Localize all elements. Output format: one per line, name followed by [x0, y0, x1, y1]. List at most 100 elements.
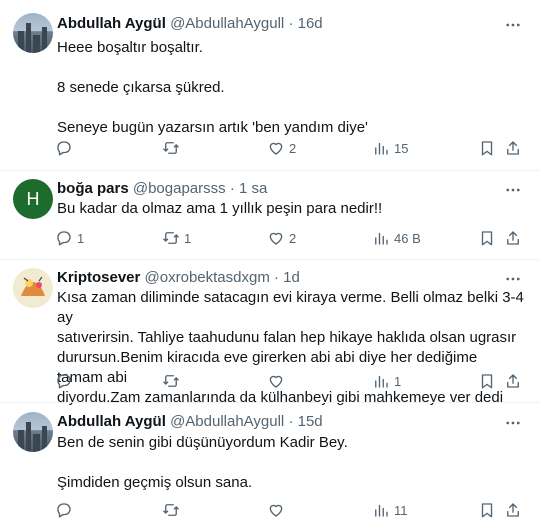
- bookmark-icon: [481, 141, 493, 156]
- separator-dot: ·: [229, 180, 235, 197]
- action-bar: 1 1 2 46 B: [0, 226, 540, 250]
- views-icon: [375, 142, 388, 155]
- reply-feed: Abdullah Aygül @AbdullahAygull · 16d Hee…: [0, 0, 540, 530]
- reply-icon: [57, 503, 71, 518]
- author-name[interactable]: boğa pars: [57, 180, 129, 197]
- bookmark-button[interactable]: [478, 498, 496, 522]
- tweet[interactable]: Abdullah Aygül @AbdullahAygull · 15d Ben…: [0, 403, 540, 530]
- tweet-header: Abdullah Aygül @AbdullahAygull · 16d: [57, 14, 323, 34]
- view-count: 15: [394, 140, 409, 156]
- author-handle[interactable]: @oxrobektasdxgm: [145, 269, 270, 286]
- tweet-header: Kriptosever @oxrobektasdxgm · 1d: [57, 268, 300, 288]
- bookmark-icon: [481, 231, 493, 246]
- timestamp[interactable]: 1d: [283, 269, 300, 286]
- heart-icon: [269, 232, 283, 245]
- like-button[interactable]: 2: [267, 226, 296, 250]
- like-button[interactable]: [267, 498, 289, 522]
- tweet[interactable]: Kriptosever @oxrobektasdxgm · 1d Kısa za…: [0, 260, 540, 406]
- avatar[interactable]: [13, 268, 53, 308]
- reply-button[interactable]: 1: [55, 226, 84, 250]
- retweet-count: 1: [184, 230, 192, 246]
- separator-dot: ·: [288, 15, 294, 32]
- tweet-line: Bu kadar da olmaz ama 1 yıllık peşin par…: [57, 200, 383, 217]
- author-handle[interactable]: @bogaparsss: [133, 180, 226, 197]
- reply-button[interactable]: [55, 369, 77, 393]
- views-button[interactable]: 46 B: [372, 226, 421, 250]
- retweet-button[interactable]: [162, 369, 184, 393]
- tweet-line: satıverirsin. Tahliye taahudunu falan he…: [57, 329, 517, 346]
- like-button[interactable]: [267, 369, 289, 393]
- reply-count: 1: [77, 230, 85, 246]
- share-button[interactable]: [504, 226, 522, 250]
- bookmark-icon: [481, 503, 493, 518]
- author-name[interactable]: Kriptosever: [57, 269, 140, 286]
- action-bar: 2 15: [0, 136, 540, 160]
- views-icon: [375, 232, 388, 245]
- tweet-line: 8 senede çıkarsa şükred.: [57, 79, 225, 96]
- like-button[interactable]: 2: [267, 136, 296, 160]
- retweet-button[interactable]: 1: [162, 226, 191, 250]
- avatar[interactable]: [13, 13, 53, 53]
- reply-button[interactable]: [55, 498, 77, 522]
- reply-icon: [57, 374, 71, 389]
- tweet[interactable]: H boğa pars @bogaparsss · 1 sa Bu kadar …: [0, 171, 540, 259]
- retweet-button[interactable]: [162, 136, 184, 160]
- separator-dot: ·: [274, 269, 279, 286]
- avatar[interactable]: H: [13, 179, 53, 219]
- author-handle[interactable]: @AbdullahAygull: [170, 413, 284, 430]
- separator-dot: ·: [288, 413, 294, 430]
- share-icon: [507, 231, 519, 245]
- share-button[interactable]: [504, 369, 522, 393]
- author-name[interactable]: Abdullah Aygül: [57, 413, 166, 430]
- bookmark-icon: [481, 374, 493, 389]
- share-button[interactable]: [504, 498, 522, 522]
- bookmark-button[interactable]: [478, 369, 496, 393]
- retweet-icon: [163, 142, 179, 154]
- more-icon[interactable]: [502, 179, 524, 201]
- timestamp[interactable]: 15d: [298, 413, 323, 430]
- retweet-icon: [163, 504, 179, 516]
- tweet[interactable]: Abdullah Aygül @AbdullahAygull · 16d Hee…: [0, 0, 540, 170]
- tweet-text: Ben de senin gibi düşünüyordum Kadir Bey…: [57, 433, 527, 493]
- tweet-line: Şimdiden geçmiş olsun sana.: [57, 474, 253, 491]
- timestamp[interactable]: 1 sa: [239, 180, 267, 197]
- author-name[interactable]: Abdullah Aygül: [57, 15, 166, 32]
- more-icon[interactable]: [502, 412, 524, 434]
- view-count: 11: [394, 502, 408, 518]
- tweet-text: Heee boşaltır boşaltır. 8 senede çıkarsa…: [57, 38, 527, 138]
- views-icon: [375, 375, 388, 388]
- reply-icon: [57, 141, 71, 156]
- more-icon[interactable]: [502, 14, 524, 36]
- view-count: 46 B: [394, 230, 421, 246]
- tweet-header: boğa pars @bogaparsss · 1 sa: [57, 179, 267, 199]
- share-button[interactable]: [504, 136, 522, 160]
- avatar-letter: H: [26, 188, 40, 209]
- share-icon: [507, 141, 519, 155]
- action-bar: 1: [0, 369, 540, 393]
- views-button[interactable]: 1: [372, 369, 401, 393]
- like-count: 2: [289, 230, 297, 246]
- tweet-line: Heee boşaltır boşaltır.: [57, 39, 203, 56]
- author-handle[interactable]: @AbdullahAygull: [170, 15, 284, 32]
- page-scrollbar-track[interactable]: [543, 0, 560, 530]
- timestamp[interactable]: 16d: [298, 15, 323, 32]
- retweet-icon: [163, 375, 179, 387]
- bookmark-button[interactable]: [478, 226, 496, 250]
- view-count: 1: [394, 373, 402, 389]
- avatar[interactable]: [13, 412, 53, 452]
- like-count: 2: [289, 140, 297, 156]
- retweet-button[interactable]: [162, 498, 184, 522]
- tweet-line: Kısa zaman diliminde satacagın evi kiray…: [57, 289, 524, 326]
- retweet-icon: [163, 232, 179, 244]
- heart-icon: [269, 375, 283, 388]
- tweet-text: Bu kadar da olmaz ama 1 yıllık peşin par…: [57, 199, 527, 219]
- reply-icon: [57, 231, 71, 246]
- bookmark-button[interactable]: [478, 136, 496, 160]
- views-button[interactable]: 11: [372, 498, 408, 522]
- tweet-header: Abdullah Aygül @AbdullahAygull · 15d: [57, 412, 323, 432]
- reply-button[interactable]: [55, 136, 77, 160]
- views-button[interactable]: 15: [372, 136, 408, 160]
- tweet-line: Seneye bugün yazarsın artık 'ben yandım …: [57, 119, 368, 136]
- action-bar: 11: [0, 498, 540, 522]
- more-icon[interactable]: [502, 268, 524, 290]
